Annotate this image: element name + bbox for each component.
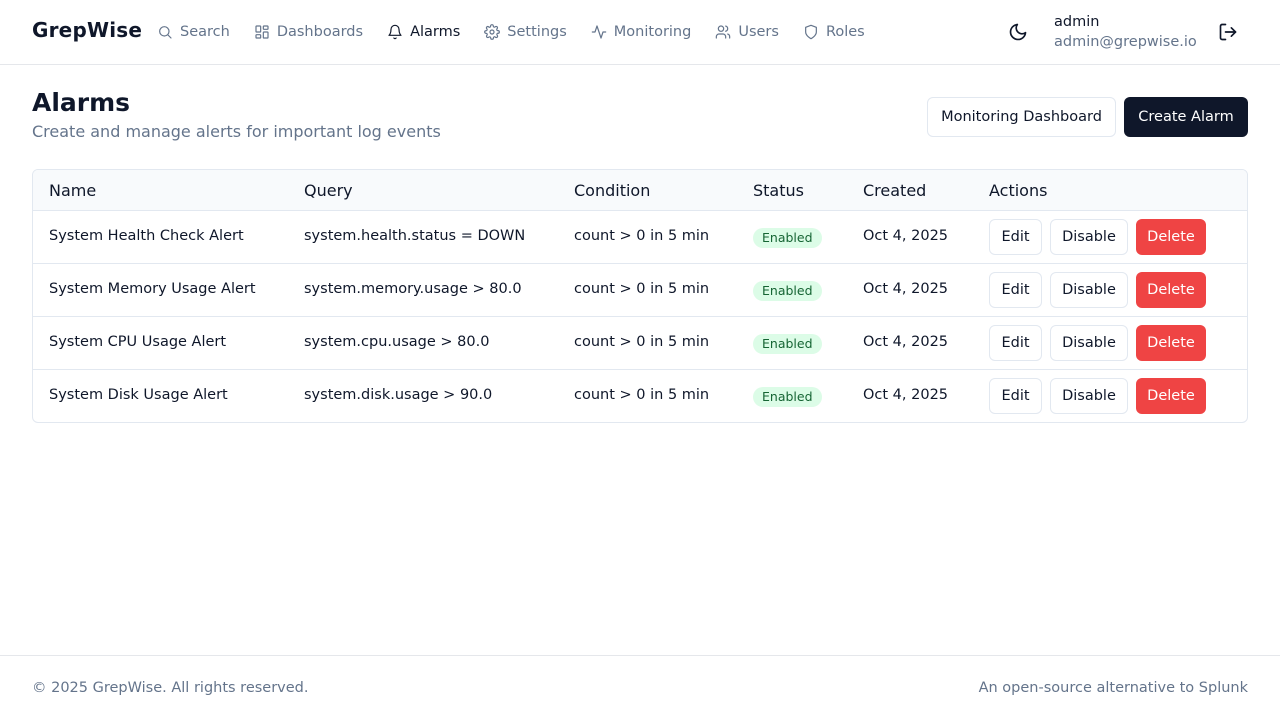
top-navigation-bar: GrepWise Search Dashboards Alarms Settin… (0, 0, 1280, 65)
nav-item-users[interactable]: Users (715, 24, 779, 40)
bell-icon (388, 24, 402, 40)
nav-item-label: Dashboards (276, 24, 364, 40)
alarm-name: System CPU Usage Alert (49, 334, 227, 350)
nav-item-label: Alarms (410, 24, 461, 40)
alarm-query: system.cpu.usage > 80.0 (304, 334, 490, 350)
nav-item-dashboards[interactable]: Dashboards (254, 24, 363, 40)
alarm-query: system.disk.usage > 90.0 (304, 387, 493, 403)
nav-item-search[interactable]: Search (157, 24, 230, 40)
activity-icon (591, 25, 607, 39)
disable-button[interactable]: Disable (1050, 325, 1128, 361)
status-badge: Enabled (753, 334, 822, 354)
alarms-table: Name Query Condition Status Created Acti… (32, 169, 1248, 423)
theme-toggle-button[interactable] (1006, 20, 1030, 44)
gear-icon (484, 24, 501, 40)
edit-button[interactable]: Edit (989, 378, 1042, 414)
status-badge: Enabled (753, 281, 822, 301)
dashboard-grid-icon (255, 25, 269, 39)
alarm-name: System Disk Usage Alert (49, 387, 228, 403)
nav-item-label: Monitoring (613, 24, 692, 40)
table-header-row: Name Query Condition Status Created Acti… (33, 170, 1247, 211)
delete-button[interactable]: Delete (1136, 378, 1206, 414)
alarm-condition: count > 0 in 5 min (574, 228, 710, 244)
footer-copyright: © 2025 GrepWise. All rights reserved. (32, 680, 309, 696)
nav-item-roles[interactable]: Roles (803, 24, 865, 40)
nav-item-label: Roles (825, 24, 865, 40)
status-badge: Enabled (753, 228, 822, 248)
alarm-name: System Health Check Alert (49, 228, 244, 244)
status-badge: Enabled (753, 387, 822, 407)
monitoring-dashboard-button[interactable]: Monitoring Dashboard (927, 97, 1116, 137)
brand-logo[interactable]: GrepWise (32, 18, 142, 42)
disable-button[interactable]: Disable (1050, 219, 1128, 255)
table-row: System CPU Usage Alert system.cpu.usage … (33, 317, 1247, 370)
create-alarm-button[interactable]: Create Alarm (1124, 97, 1248, 137)
alarm-query: system.memory.usage > 80.0 (304, 281, 522, 297)
nav-item-label: Settings (507, 24, 567, 40)
alarm-created-date: Oct 4, 2025 (863, 228, 949, 244)
alarm-created-date: Oct 4, 2025 (863, 281, 949, 297)
table-row: System Disk Usage Alert system.disk.usag… (33, 370, 1247, 422)
table-row: System Health Check Alert system.health.… (33, 211, 1247, 264)
users-icon (716, 25, 731, 39)
footer-tagline: An open-source alternative to Splunk (978, 680, 1248, 696)
delete-button[interactable]: Delete (1136, 219, 1206, 255)
column-header-created: Created (863, 181, 927, 200)
main-nav: Search Dashboards Alarms Settings Monito… (157, 20, 889, 44)
edit-button[interactable]: Edit (989, 219, 1042, 255)
user-email: admin@grepwise.io (1054, 34, 1197, 50)
shield-icon (805, 24, 817, 40)
page-subtitle: Create and manage alerts for important l… (32, 122, 441, 141)
column-header-name: Name (49, 181, 97, 200)
page-footer: © 2025 GrepWise. All rights reserved. An… (0, 655, 1280, 720)
alarm-condition: count > 0 in 5 min (574, 334, 710, 350)
alarm-query: system.health.status = DOWN (304, 228, 526, 244)
page-title: Alarms (32, 88, 131, 117)
edit-button[interactable]: Edit (989, 325, 1042, 361)
edit-button[interactable]: Edit (989, 272, 1042, 308)
user-name: admin (1054, 14, 1100, 30)
user-info: admin admin@grepwise.io (1054, 12, 1197, 52)
nav-item-label: Search (180, 24, 230, 40)
column-header-condition: Condition (574, 181, 651, 200)
alarm-condition: count > 0 in 5 min (574, 281, 710, 297)
delete-button[interactable]: Delete (1136, 272, 1206, 308)
column-header-actions: Actions (989, 181, 1048, 200)
alarm-name: System Memory Usage Alert (49, 281, 256, 297)
alarm-created-date: Oct 4, 2025 (863, 334, 949, 350)
disable-button[interactable]: Disable (1050, 378, 1128, 414)
logout-button[interactable] (1216, 20, 1240, 44)
search-icon (159, 26, 172, 39)
nav-item-label: Users (738, 24, 779, 40)
column-header-query: Query (304, 181, 353, 200)
nav-item-monitoring[interactable]: Monitoring (591, 24, 692, 40)
disable-button[interactable]: Disable (1050, 272, 1128, 308)
delete-button[interactable]: Delete (1136, 325, 1206, 361)
alarm-created-date: Oct 4, 2025 (863, 387, 949, 403)
moon-icon (1009, 23, 1027, 41)
nav-item-settings[interactable]: Settings (484, 24, 567, 40)
table-row: System Memory Usage Alert system.memory.… (33, 264, 1247, 317)
logout-icon (1219, 23, 1237, 41)
nav-item-alarms[interactable]: Alarms (387, 24, 460, 40)
alarm-condition: count > 0 in 5 min (574, 387, 710, 403)
column-header-status: Status (753, 181, 804, 200)
